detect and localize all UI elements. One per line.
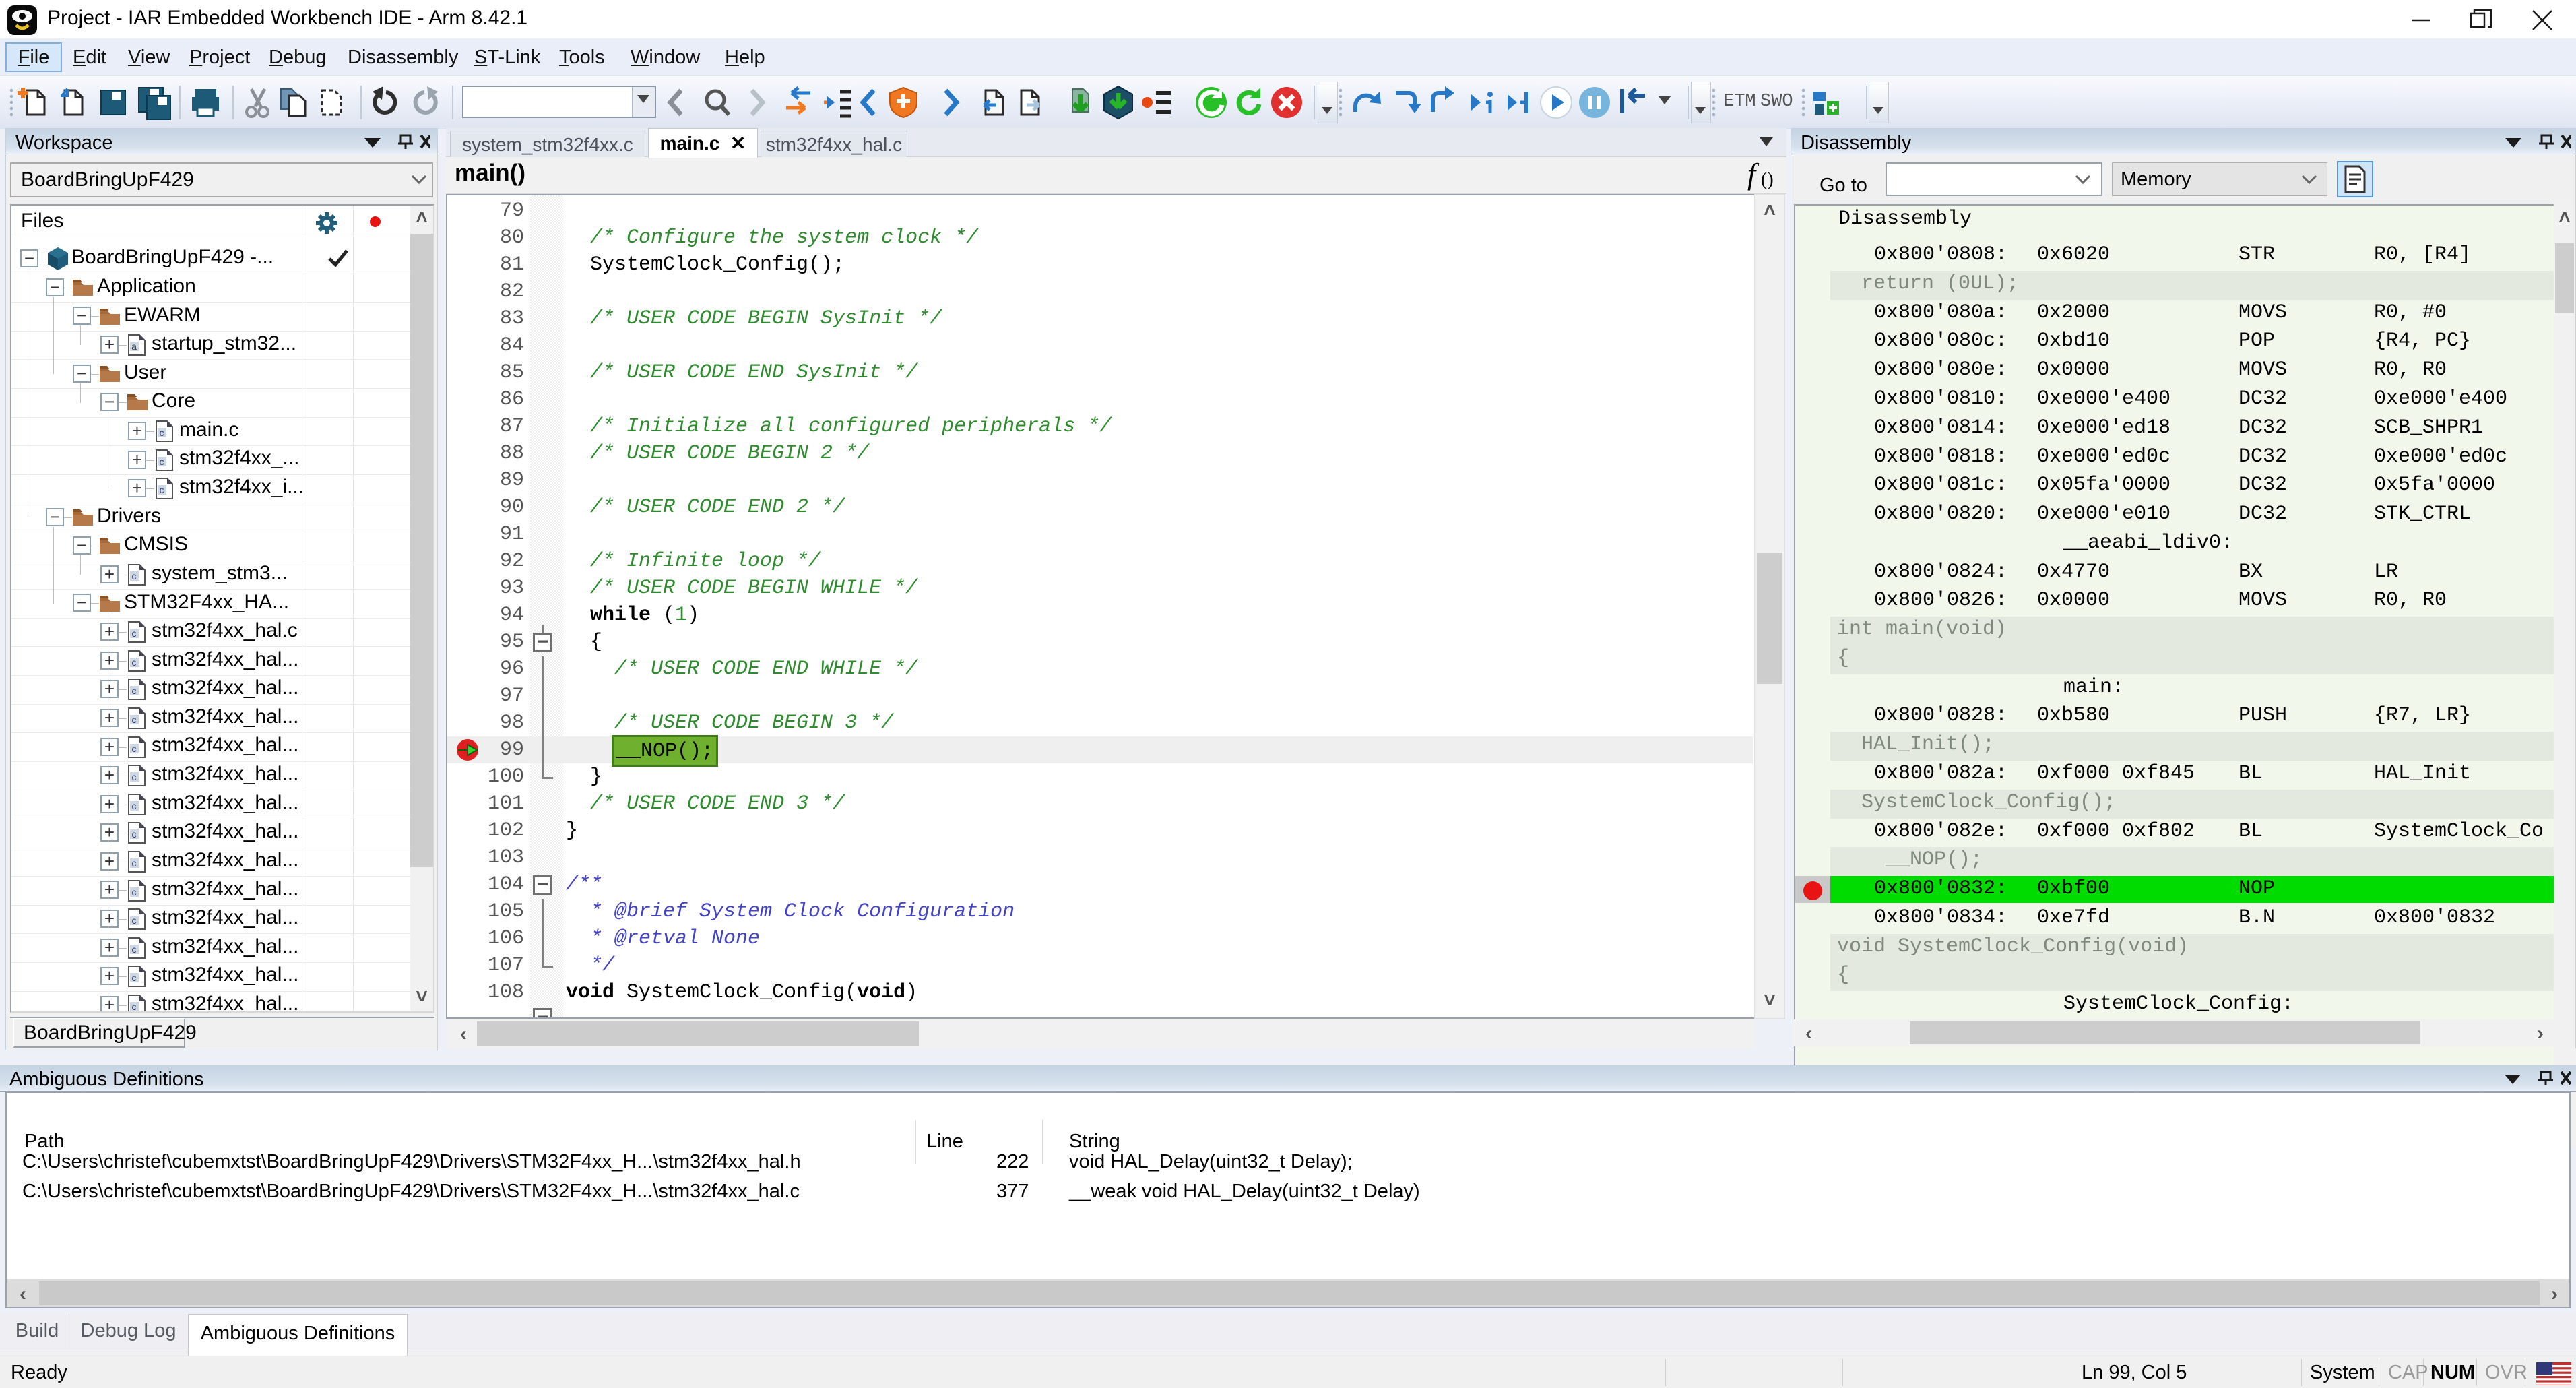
svg-text:c: c [132,829,137,840]
svg-text:c: c [132,657,137,668]
svg-text:c: c [132,743,137,754]
svg-text:(): () [1761,169,1774,190]
svg-text:c: c [132,628,137,639]
svg-text:a: a [131,341,137,352]
svg-text:c: c [132,944,137,955]
svg-text:c: c [132,771,137,782]
svg-text:c: c [132,972,137,983]
svg-text:c: c [132,714,137,725]
svg-text:c: c [132,915,137,926]
svg-text:c: c [160,456,164,467]
svg-text:c: c [132,887,137,897]
svg-text:c: c [132,571,137,581]
svg-text:c: c [132,1001,137,1012]
svg-text:c: c [160,427,164,438]
svg-text:c: c [132,685,137,696]
svg-text:c: c [132,800,137,811]
svg-text:f: f [1747,160,1760,191]
svg-text:c: c [160,484,164,495]
svg-text:c: c [132,858,137,869]
